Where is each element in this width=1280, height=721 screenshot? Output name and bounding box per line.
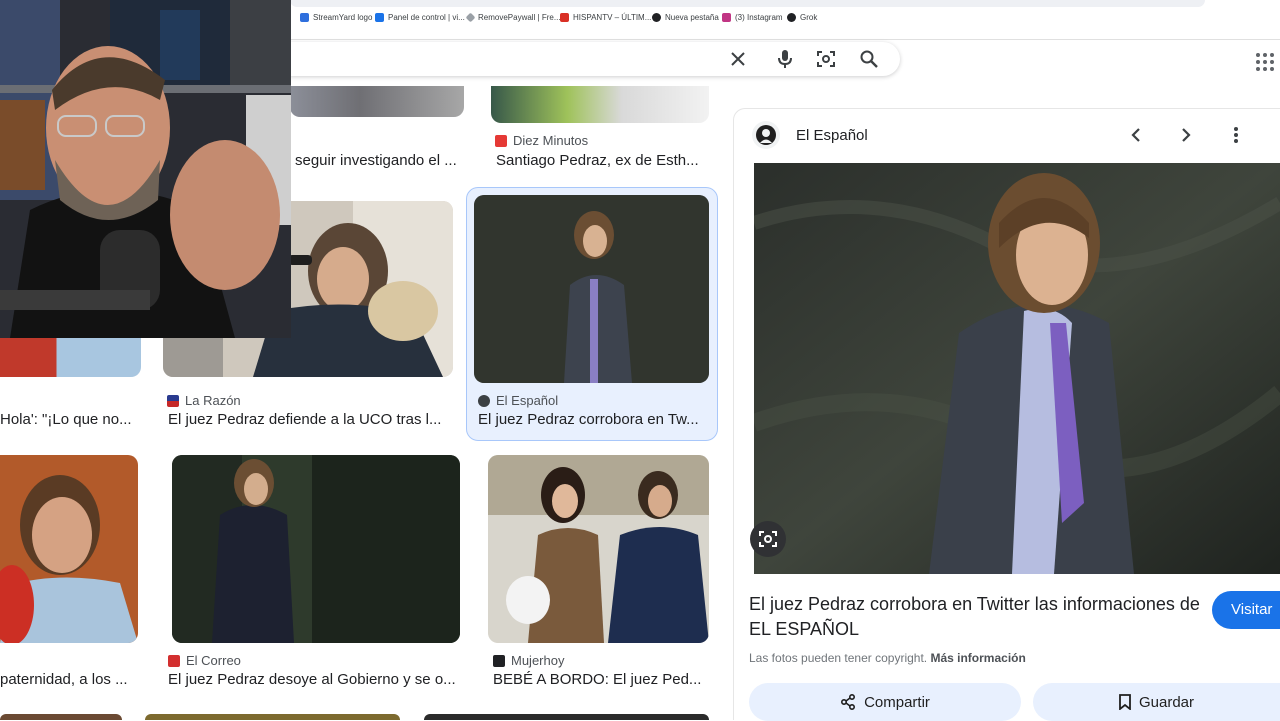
share-button[interactable]: Compartir xyxy=(749,683,1021,721)
bookmark-instagram[interactable]: (3) Instagram xyxy=(722,13,783,22)
result-thumb-3[interactable] xyxy=(0,336,141,377)
bookmark-grok[interactable]: Grok xyxy=(787,13,817,22)
search-icon[interactable] xyxy=(858,48,880,70)
result-source-7[interactable]: El Correo xyxy=(168,653,241,668)
result-caption-1[interactable]: seguir investigando el ... xyxy=(295,152,465,169)
diamond-icon xyxy=(465,12,476,23)
clear-icon[interactable] xyxy=(727,48,749,70)
result-caption-4[interactable]: El juez Pedraz defiende a la UCO tras l.… xyxy=(168,411,453,428)
chrome-icon xyxy=(652,13,661,22)
bookmark-panel-control[interactable]: Panel de control | vi... xyxy=(375,13,465,22)
result-caption-2[interactable]: Santiago Pedraz, ex de Esth... xyxy=(496,152,711,169)
search-bar[interactable] xyxy=(290,42,900,76)
bookmark-removepaywall[interactable]: RemovePaywall | Fre... xyxy=(465,12,561,23)
instagram-icon xyxy=(722,13,731,22)
apps-grid-icon[interactable] xyxy=(1256,53,1274,71)
result-caption-7[interactable]: El juez Pedraz desoye al Gobierno y se o… xyxy=(168,671,463,688)
bookmark-icon xyxy=(1119,694,1131,710)
bookmarks-bar: StreamYard logo Panel de control | vi...… xyxy=(290,0,1280,40)
webcam-overlay xyxy=(0,0,291,338)
result-caption-5[interactable]: El juez Pedraz corrobora en Tw... xyxy=(478,411,708,428)
result-thumb-5[interactable] xyxy=(474,195,709,383)
mic-icon[interactable] xyxy=(774,48,796,70)
bookmark-streamyard[interactable]: StreamYard logo xyxy=(300,13,372,22)
copyright-note: Las fotos pueden tener copyright. Más in… xyxy=(749,651,1026,665)
bookmark-nueva-pestana[interactable]: Nueva pestaña xyxy=(652,13,719,22)
result-thumb-11[interactable] xyxy=(424,714,709,720)
lens-search-icon[interactable] xyxy=(750,521,786,557)
grok-icon xyxy=(787,13,796,22)
result-thumb-2[interactable] xyxy=(491,86,709,123)
share-icon xyxy=(841,694,856,710)
result-thumb-9[interactable] xyxy=(0,714,122,720)
camera-lens-icon[interactable] xyxy=(815,48,837,70)
chevron-left-icon[interactable] xyxy=(1123,122,1149,148)
address-bar-strip[interactable] xyxy=(290,0,1205,7)
result-source-8[interactable]: Mujerhoy xyxy=(493,653,564,668)
more-info-link[interactable]: Más información xyxy=(930,651,1025,665)
larazon-logo-icon xyxy=(167,394,179,407)
search-input[interactable] xyxy=(290,42,710,76)
result-thumb-10[interactable] xyxy=(145,714,400,720)
panel-icon xyxy=(375,13,384,22)
visit-button[interactable]: Visitar xyxy=(1212,591,1280,629)
elespanol-logo-icon xyxy=(752,121,780,149)
bookmark-hispantv[interactable]: HISPANTV – ÚLTIM... xyxy=(560,13,651,22)
result-source-4[interactable]: La Razón xyxy=(167,393,241,408)
result-caption-6[interactable]: paternidad, a los ... xyxy=(0,671,135,688)
more-vert-icon[interactable] xyxy=(1223,122,1249,148)
result-caption-3[interactable]: Hola': "¡Lo que no... xyxy=(0,411,140,428)
mujerhoy-logo-icon xyxy=(493,654,505,667)
elcorreo-logo-icon xyxy=(168,654,180,667)
streamyard-icon xyxy=(300,13,309,22)
panel-source-name[interactable]: El Español xyxy=(796,127,868,144)
chevron-right-icon[interactable] xyxy=(1173,122,1199,148)
result-thumb-8[interactable] xyxy=(488,455,709,643)
preview-title[interactable]: El juez Pedraz corrobora en Twitter las … xyxy=(749,592,1209,642)
result-thumb-1[interactable] xyxy=(290,86,464,117)
preview-image[interactable] xyxy=(754,163,1280,574)
result-caption-8[interactable]: BEBÉ A BORDO: El juez Ped... xyxy=(493,671,708,688)
elespanol-logo-icon xyxy=(478,394,490,407)
diezminutos-logo-icon xyxy=(495,134,507,147)
result-source-2[interactable]: Diez Minutos xyxy=(495,133,588,148)
result-source-5[interactable]: El Español xyxy=(478,393,558,408)
save-button[interactable]: Guardar xyxy=(1033,683,1280,721)
result-thumb-7[interactable] xyxy=(172,455,460,643)
hispantv-icon xyxy=(560,13,569,22)
result-thumb-6[interactable] xyxy=(0,455,138,643)
